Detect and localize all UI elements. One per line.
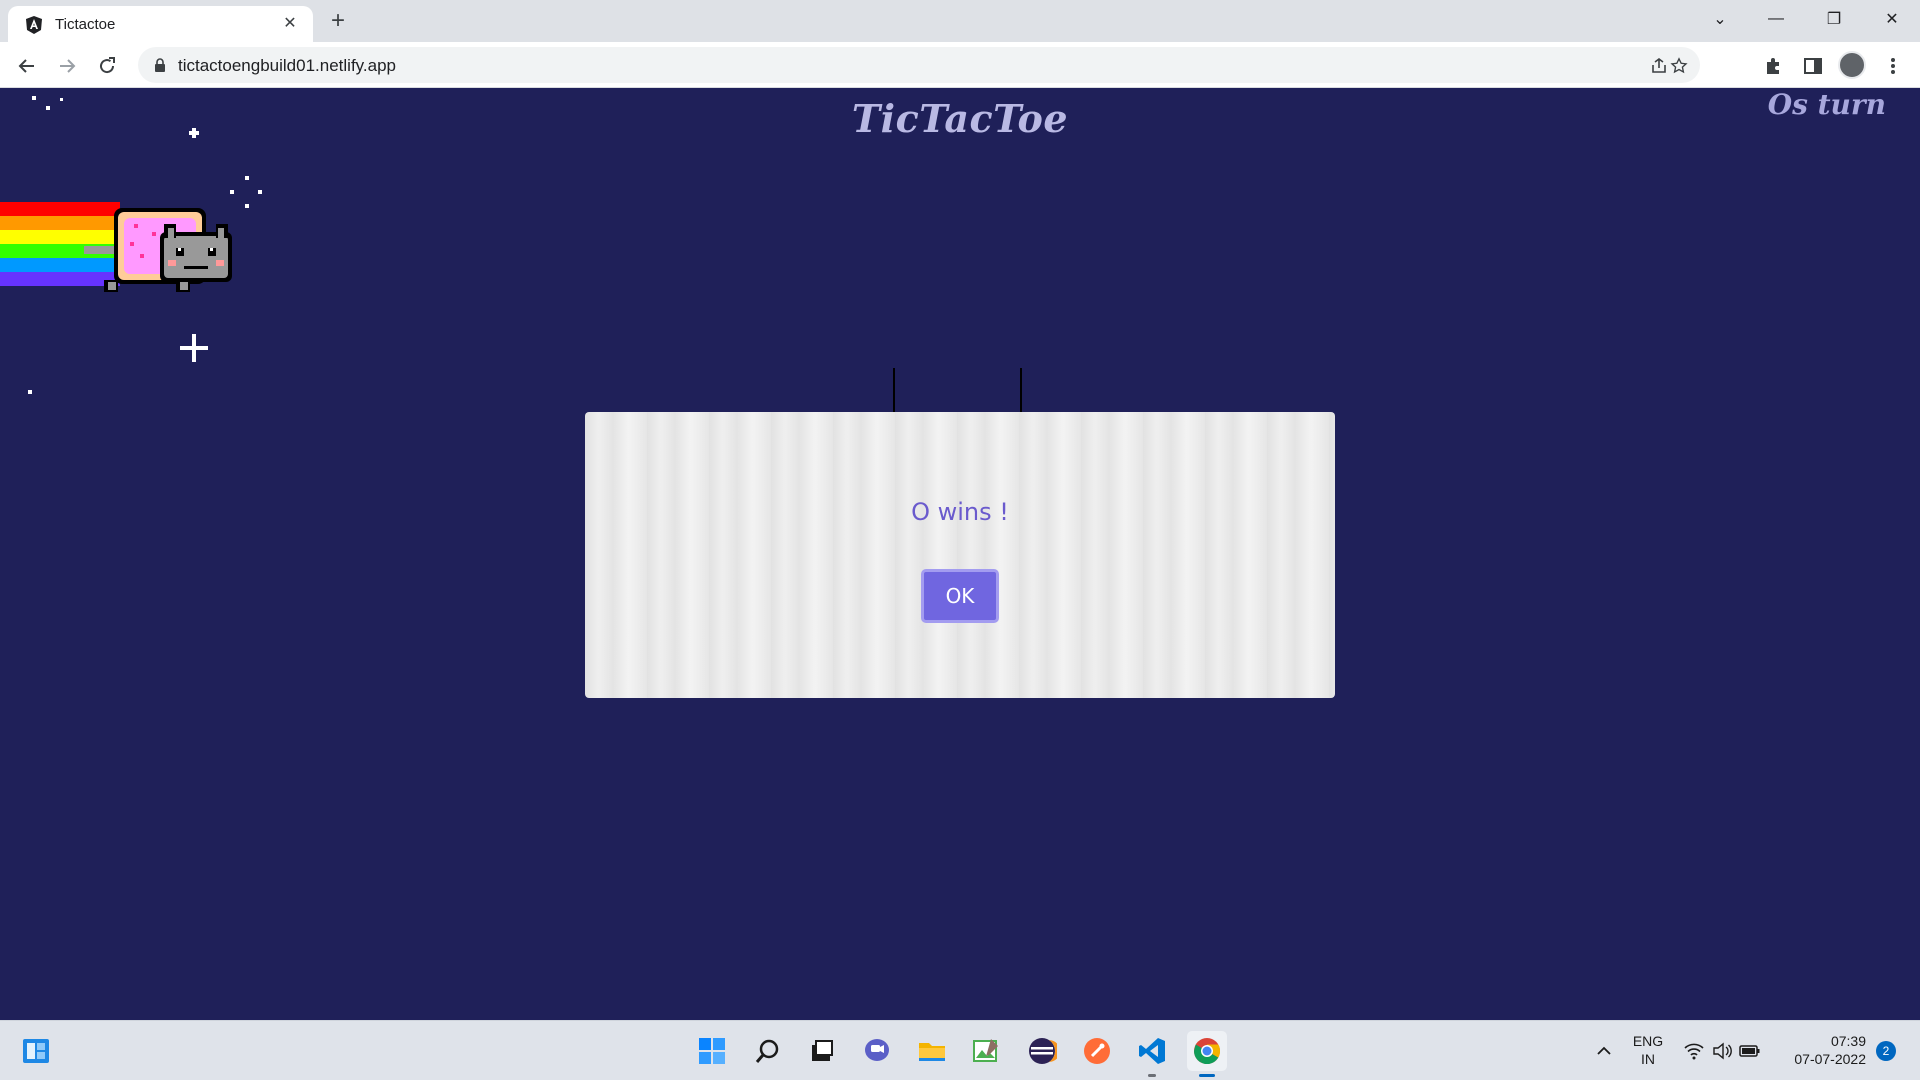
close-window-icon[interactable]: ✕ bbox=[1864, 0, 1920, 38]
url-text: tictactoengbuild01.netlify.app bbox=[178, 56, 397, 75]
browser-toolbar: tictactoengbuild01.netlify.app bbox=[0, 42, 1920, 88]
reload-button[interactable] bbox=[92, 51, 122, 81]
browser-tab-strip: Tictactoe ✕ + ⌄ — ❐ ✕ bbox=[0, 0, 1920, 42]
search-icon[interactable] bbox=[748, 1031, 788, 1071]
clock[interactable]: 07:39 07-07-2022 bbox=[1776, 1032, 1866, 1068]
ok-button[interactable]: OK bbox=[921, 569, 999, 623]
battery-icon[interactable] bbox=[1736, 1031, 1764, 1071]
file-explorer-icon[interactable] bbox=[912, 1031, 952, 1071]
clock-date: 07-07-2022 bbox=[1794, 1051, 1866, 1067]
browser-tab-active[interactable]: Tictactoe ✕ bbox=[8, 6, 313, 42]
tab-search-chevron-icon[interactable]: ⌄ bbox=[1692, 0, 1748, 38]
tab-title: Tictactoe bbox=[55, 16, 116, 33]
kebab-menu-icon[interactable] bbox=[1880, 53, 1906, 79]
lock-icon bbox=[155, 58, 165, 72]
chrome-icon[interactable] bbox=[1187, 1031, 1227, 1077]
forward-button[interactable] bbox=[52, 51, 82, 81]
result-message: O wins ! bbox=[911, 498, 1009, 526]
turn-indicator: Os turn bbox=[1767, 88, 1886, 121]
language-indicator[interactable]: ENG IN bbox=[1626, 1032, 1670, 1068]
profile-avatar[interactable] bbox=[1838, 51, 1866, 79]
running-indicator bbox=[1148, 1074, 1156, 1077]
angular-favicon-icon bbox=[26, 16, 42, 34]
new-tab-button[interactable]: + bbox=[324, 8, 352, 36]
reload-icon bbox=[100, 57, 115, 74]
arrow-right-icon bbox=[60, 59, 76, 73]
region-code: IN bbox=[1641, 1051, 1655, 1067]
arrow-left-icon bbox=[18, 59, 34, 73]
restore-window-icon[interactable]: ❐ bbox=[1806, 0, 1862, 38]
game-page: TicTacToe Os turn O wins ! OK bbox=[0, 88, 1920, 1020]
start-icon[interactable] bbox=[692, 1031, 732, 1071]
task-view-icon[interactable] bbox=[802, 1031, 842, 1071]
wifi-icon[interactable] bbox=[1680, 1031, 1708, 1071]
address-bar[interactable]: tictactoengbuild01.netlify.app bbox=[138, 47, 1700, 83]
chevron-up-icon[interactable] bbox=[1586, 1031, 1622, 1071]
page-title: TicTacToe bbox=[851, 96, 1069, 141]
notification-badge[interactable]: 2 bbox=[1876, 1041, 1896, 1061]
clock-time: 07:39 bbox=[1830, 1033, 1866, 1049]
nyan-cat-icon bbox=[0, 202, 232, 292]
side-panel-icon[interactable] bbox=[1800, 53, 1826, 79]
minimize-window-icon[interactable]: — bbox=[1748, 0, 1804, 38]
vscode-icon[interactable] bbox=[1132, 1031, 1172, 1077]
teams-chat-icon[interactable] bbox=[857, 1031, 897, 1071]
back-button[interactable] bbox=[12, 51, 42, 81]
tab-close-icon[interactable]: ✕ bbox=[280, 14, 300, 34]
result-dialog: O wins ! OK bbox=[585, 412, 1335, 698]
image-editor-icon[interactable] bbox=[966, 1031, 1006, 1071]
windows-taskbar: ENG IN 07:39 07-07-2022 bbox=[0, 1020, 1920, 1080]
postman-icon[interactable] bbox=[1077, 1031, 1117, 1071]
volume-icon[interactable] bbox=[1708, 1031, 1736, 1071]
extensions-puzzle-icon[interactable] bbox=[1760, 53, 1786, 79]
active-indicator bbox=[1199, 1074, 1215, 1077]
widgets-icon[interactable] bbox=[16, 1031, 56, 1071]
share-icon[interactable] bbox=[1648, 55, 1670, 77]
eclipse-icon[interactable] bbox=[1022, 1031, 1062, 1071]
language-code: ENG bbox=[1632, 1033, 1664, 1049]
bookmark-star-icon[interactable] bbox=[1668, 55, 1690, 77]
